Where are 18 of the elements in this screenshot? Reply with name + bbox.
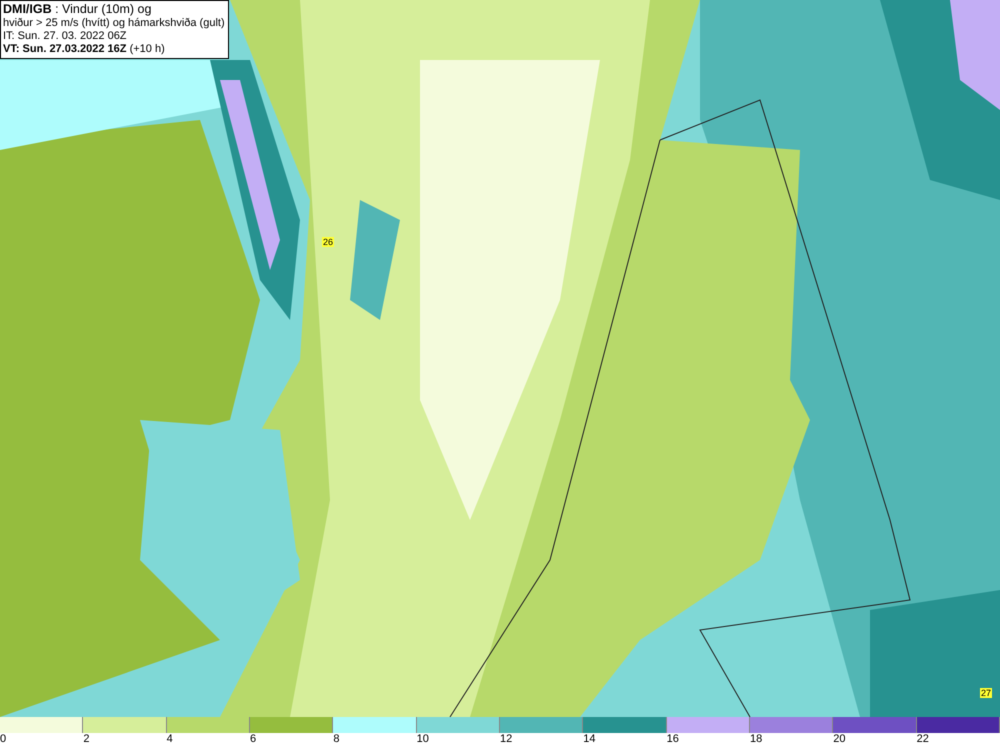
title-line: hviður > 25 m/s (hvítt) og hámarkshviða (gult) (3, 17, 225, 30)
legend-label: 16 (666, 733, 679, 746)
legend-label: 10 (416, 733, 429, 746)
legend-label: 6 (250, 733, 256, 746)
legend-label: 2 (83, 733, 90, 746)
gust-label: 26 (322, 237, 334, 247)
legend-label: 4 (166, 733, 173, 746)
legend-label: 0 (0, 733, 6, 746)
title-line: VT: Sun. 27.03.2022 16Z (+10 h) (3, 43, 166, 56)
legend-label: 14 (583, 733, 596, 746)
gust-label: 27 (980, 688, 992, 698)
legend-label: 8 (333, 733, 340, 746)
legend-label: 22 (916, 733, 929, 746)
title-line: DMI/IGB : Vindur (10m) og (3, 2, 152, 17)
legend-label: 20 (833, 733, 846, 746)
title-line: IT: Sun. 27. 03. 2022 06Z (3, 30, 128, 43)
legend-label: 12 (500, 733, 512, 746)
legend-label: 18 (750, 733, 762, 746)
